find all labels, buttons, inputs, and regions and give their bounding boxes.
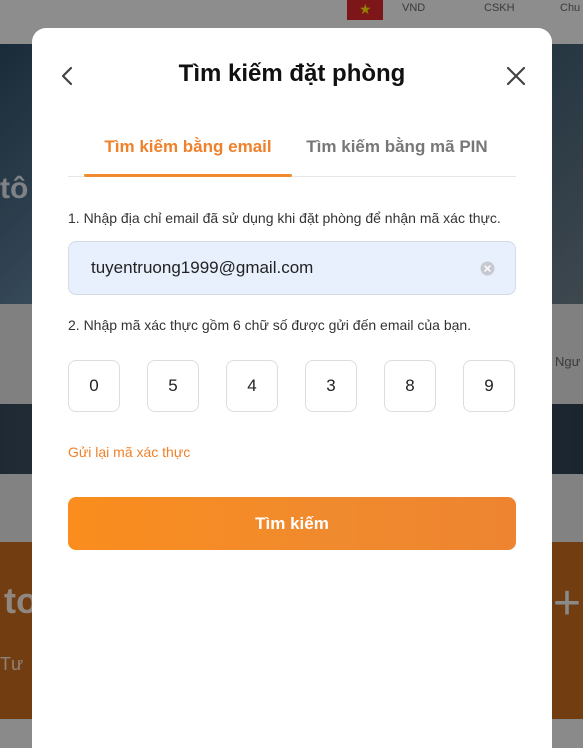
step2-instruction: 2. Nhập mã xác thực gồm 6 chữ số được gử… [68, 317, 472, 333]
email-input[interactable] [69, 242, 471, 294]
otp-digit-2[interactable]: 5 [147, 360, 199, 412]
clear-circle-icon[interactable] [480, 261, 495, 276]
modal-title: Tìm kiếm đặt phòng [178, 60, 406, 87]
resend-code-link[interactable]: Gửi lại mã xác thực [68, 444, 190, 460]
step1-instruction: 1. Nhập địa chỉ email đã sử dụng khi đặt… [68, 210, 501, 226]
close-button[interactable] [504, 64, 528, 88]
close-icon [506, 66, 526, 86]
otp-digit-1[interactable]: 0 [68, 360, 120, 412]
otp-digit-3[interactable]: 4 [226, 360, 278, 412]
email-field [68, 241, 516, 295]
search-tabs: Tìm kiếm bằng email Tìm kiếm bằng mã PIN [68, 126, 516, 177]
booking-search-modal: Tìm kiếm đặt phòng Tìm kiếm bằng email T… [32, 28, 552, 748]
tab-email-search[interactable]: Tìm kiếm bằng email [84, 126, 292, 177]
otp-digit-4[interactable]: 3 [305, 360, 357, 412]
search-button[interactable]: Tìm kiếm [68, 497, 516, 550]
otp-digit-6[interactable]: 9 [463, 360, 515, 412]
tab-pin-search[interactable]: Tìm kiếm bằng mã PIN [302, 126, 492, 175]
otp-digit-5[interactable]: 8 [384, 360, 436, 412]
